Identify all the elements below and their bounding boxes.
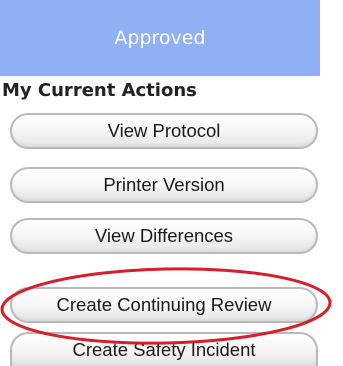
view-protocol-button[interactable]: View Protocol	[10, 113, 318, 149]
status-banner: Approved	[0, 0, 320, 76]
section-title: My Current Actions	[2, 80, 197, 101]
printer-version-button[interactable]: Printer Version	[10, 167, 318, 203]
status-label: Approved	[114, 27, 206, 49]
create-safety-incident-button[interactable]: Create Safety Incident	[10, 332, 318, 366]
create-continuing-review-button[interactable]: Create Continuing Review	[10, 287, 318, 323]
view-differences-button[interactable]: View Differences	[10, 218, 318, 254]
